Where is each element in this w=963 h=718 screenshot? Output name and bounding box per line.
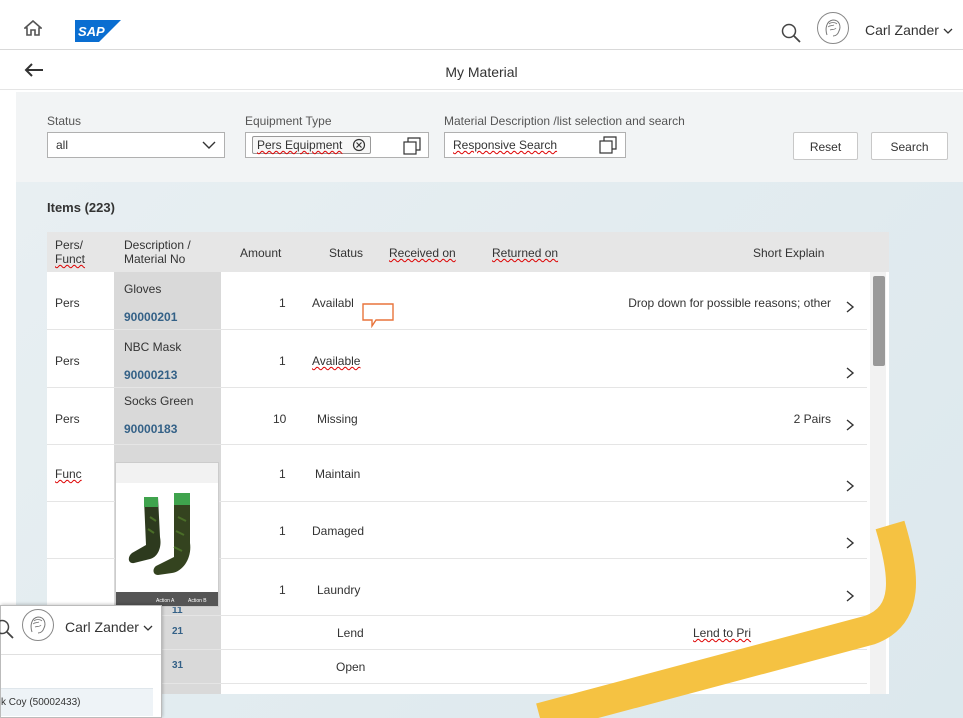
cell-status[interactable]: Missing — [317, 412, 358, 426]
avatar-portrait-icon — [825, 19, 841, 37]
cell-amount: 1 — [279, 354, 286, 368]
comment-bubble-icon[interactable] — [360, 302, 396, 328]
cell-desc: Socks Green — [124, 394, 194, 408]
col-received[interactable]: Received on — [389, 246, 456, 260]
table-header: Pers/ Funct Description / Material No Am… — [47, 232, 889, 272]
annotation-arrow — [536, 520, 916, 718]
user-menu[interactable]: Carl Zander — [65, 619, 153, 635]
reset-button[interactable]: Reset — [793, 132, 858, 160]
socks-image — [128, 493, 191, 575]
user-name: Carl Zander — [65, 619, 139, 635]
cell-status[interactable]: Maintain — [315, 467, 360, 481]
user-avatar[interactable] — [22, 609, 54, 641]
avatar-portrait-icon — [30, 616, 46, 634]
shell-bar: SAP Carl Zander — [0, 0, 963, 50]
equipment-type-label: Equipment Type — [245, 114, 332, 128]
chevron-down-icon — [143, 625, 153, 631]
cell-pers: Func — [55, 467, 82, 481]
sap-logo-text: SAP — [78, 24, 105, 39]
col-returned[interactable]: Returned on — [492, 246, 558, 260]
material-desc-label: Material Description /list selection and… — [444, 114, 685, 128]
col-description[interactable]: Description / Material No — [124, 238, 191, 266]
material-desc-value: Responsive Search — [453, 138, 558, 152]
cell-status[interactable]: Damaged — [312, 524, 364, 538]
cell-amount: 1 — [279, 583, 286, 597]
cell-status[interactable]: Laundry — [317, 583, 360, 597]
cell-pers: Pers — [55, 412, 80, 426]
table-row[interactable]: Pers Socks Green 90000183 10 Missing 2 P… — [47, 388, 867, 445]
list-item[interactable]: k Coy (50002433) — [1, 688, 153, 716]
cell-amount: 1 — [279, 296, 286, 310]
col-short-explain-label: Short Explain — [753, 246, 825, 260]
status-label: Status — [47, 114, 82, 128]
cell-desc: NBC Mask — [124, 340, 181, 354]
chevron-down-icon — [202, 141, 216, 149]
cell-material-no[interactable]: 21 — [172, 626, 183, 637]
col-short-explain[interactable]: Short Explain — [753, 246, 824, 260]
user-name: Carl Zander — [865, 22, 939, 38]
cell-pers: Pers — [55, 296, 80, 310]
table-row[interactable]: Pers Gloves 90000201 1 Availabl Drop dow… — [47, 272, 867, 330]
action-b-button[interactable]: Action B — [188, 598, 207, 604]
sap-logo[interactable]: SAP — [75, 20, 121, 42]
search-icon[interactable] — [780, 22, 802, 44]
col-desc-line1: Description / — [124, 238, 191, 252]
action-a-button[interactable]: Action A — [156, 598, 174, 604]
divider — [1, 654, 161, 655]
col-desc-line2: Material No — [124, 252, 186, 266]
home-icon[interactable] — [24, 20, 42, 36]
cell-material-no[interactable]: 90000201 — [124, 310, 177, 324]
col-pers-line2: Funct — [55, 252, 86, 266]
cell-amount: 10 — [273, 412, 287, 426]
popover-header — [116, 463, 218, 483]
cell-desc: Gloves — [124, 282, 162, 296]
status-select[interactable]: all — [47, 132, 225, 158]
page-title: My Material — [445, 64, 518, 80]
col-pers[interactable]: Pers/ Funct — [55, 238, 85, 266]
chevron-right-icon[interactable] — [845, 480, 855, 492]
items-title: Items (223) — [47, 200, 115, 215]
chevron-down-icon — [943, 28, 953, 34]
user-avatar[interactable] — [817, 12, 849, 44]
equipment-token-label: Pers Equipment — [257, 138, 343, 152]
user-menu[interactable]: Carl Zander — [865, 22, 953, 38]
cell-status[interactable]: Available — [312, 354, 360, 368]
chevron-right-icon[interactable] — [845, 419, 855, 431]
cell-amount: 1 — [279, 467, 286, 481]
search-button[interactable]: Search — [871, 132, 948, 160]
cell-status[interactable]: Availabl — [312, 296, 354, 310]
equipment-type-input[interactable]: Pers Equipment — [245, 132, 429, 158]
filter-bar: Status all Equipment Type Pers Equipment… — [16, 92, 963, 182]
cell-amount: 1 — [279, 524, 286, 538]
equipment-token[interactable]: Pers Equipment — [252, 136, 371, 154]
table-row[interactable]: Pers NBC Mask 90000213 1 Available — [47, 330, 867, 388]
cell-explain-text: Drop down for possible reasons; other — [628, 296, 831, 310]
chevron-right-icon[interactable] — [845, 367, 855, 379]
status-value: all — [56, 138, 69, 152]
cell-explain: 2 Pairs — [793, 412, 831, 426]
cell-explain: Drop down for possible reasons; other — [531, 296, 831, 310]
value-help-icon[interactable] — [599, 136, 617, 154]
col-pers-line1: Pers/ — [55, 238, 84, 252]
value-help-icon[interactable] — [403, 137, 421, 155]
search-icon[interactable] — [0, 618, 15, 640]
col-status[interactable]: Status — [329, 246, 363, 260]
cell-desc-text: NBC Mask — [124, 340, 182, 354]
cell-status[interactable]: Lend — [337, 626, 364, 640]
material-desc-input[interactable]: Responsive Search — [444, 132, 626, 158]
cell-material-no[interactable]: 90000183 — [124, 422, 177, 436]
cell-status[interactable]: Open — [336, 660, 365, 674]
cell-pers: Pers — [55, 354, 80, 368]
secondary-window: Carl Zander k Coy (50002433) — [0, 605, 162, 718]
page-header: My Material — [0, 50, 963, 90]
cell-material-no[interactable]: 90000213 — [124, 368, 177, 382]
cell-material-no[interactable]: 31 — [172, 660, 183, 671]
popover-footer: Action A Action B — [116, 592, 218, 606]
col-amount[interactable]: Amount — [240, 246, 281, 260]
product-image-popover: Action A Action B — [115, 462, 219, 607]
scrollbar-thumb[interactable] — [873, 276, 885, 366]
chevron-right-icon[interactable] — [845, 301, 855, 313]
remove-token-icon[interactable] — [352, 138, 366, 152]
